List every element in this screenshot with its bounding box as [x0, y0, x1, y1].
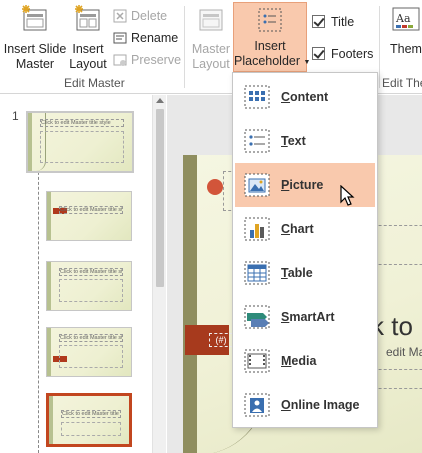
- insert-slide-master-icon: [22, 5, 47, 31]
- chart-icon: [244, 217, 270, 241]
- menu-label-underline: T: [281, 134, 288, 148]
- preserve-icon: [113, 54, 127, 66]
- menu-label-underline: T: [281, 266, 288, 280]
- footers-checkbox-box[interactable]: [312, 47, 325, 60]
- menu-label-smartart: martArt: [289, 310, 335, 324]
- menu-label-content: ontent: [290, 90, 329, 104]
- insert-placeholder-menu: Content Text Picture Chart Table SmartAr…: [232, 72, 378, 428]
- title-checkbox[interactable]: Title: [312, 12, 354, 32]
- layout-tree-line: [38, 157, 39, 453]
- mouse-pointer-icon: [340, 185, 355, 206]
- menu-label-underline: C: [281, 90, 291, 104]
- layout-thumbnail-1[interactable]: Click to edit Master title style: [46, 191, 132, 241]
- insert-layout-label-1: Insert: [72, 42, 104, 56]
- insert-placeholder-label-1: Insert: [254, 39, 286, 53]
- layout-thumbnail-title: Click to edit Master title style: [61, 410, 121, 418]
- rename-label: Rename: [131, 31, 179, 45]
- slide-number: 1: [12, 109, 19, 123]
- rename-icon: [113, 32, 127, 44]
- edit-theme-group-label: Edit The: [382, 76, 422, 90]
- thumbnail-scrollbar[interactable]: [152, 95, 166, 453]
- media-icon: [244, 349, 270, 373]
- insert-slide-master-button[interactable]: Insert Slide Master: [2, 4, 68, 74]
- menu-label-text: ext: [287, 134, 306, 148]
- footers-checkbox[interactable]: Footers: [312, 44, 373, 64]
- menu-item-online-image[interactable]: Online Image: [235, 383, 375, 427]
- themes-button[interactable]: Aa Themes: [386, 4, 422, 74]
- insert-placeholder-icon: [258, 8, 282, 32]
- master-layout-label-1: Master: [191, 42, 231, 56]
- master-layout-button[interactable]: Master Layout: [190, 4, 232, 74]
- dropdown-arrow-icon: ▼: [303, 59, 311, 66]
- menu-label-table: able: [287, 266, 313, 280]
- master-thumbnail-body: [40, 131, 124, 163]
- powerpoint-slide-master-view: Insert Slide Master Insert Layout Delete…: [0, 0, 422, 453]
- menu-label-underline: C: [281, 222, 291, 236]
- edit-master-group-label: Edit Master: [64, 76, 125, 90]
- themes-icon: Aa: [392, 7, 420, 31]
- master-layout-label-2: Layout: [192, 57, 230, 71]
- menu-label-online-image: nline Image: [290, 398, 360, 412]
- rename-button[interactable]: Rename: [113, 28, 178, 48]
- table-icon: [244, 261, 270, 285]
- master-thumbnail-title: Click to edit Master title style: [40, 119, 124, 127]
- delete-icon: [113, 9, 127, 23]
- insert-placeholder-label-2: Placeholder: [234, 54, 301, 68]
- layout-thumbnail-2[interactable]: Click to edit Master title style: [46, 261, 132, 311]
- layout-thumbnail-4-selected[interactable]: Click to edit Master title style: [46, 393, 132, 447]
- slide-thumbnail-pane: 1 Click to edit Master title style Click…: [0, 95, 166, 453]
- menu-item-text[interactable]: Text: [235, 119, 375, 163]
- menu-label-underline: O: [281, 398, 291, 412]
- menu-label-media: edia: [291, 354, 317, 368]
- menu-item-chart[interactable]: Chart: [235, 207, 375, 251]
- content-icon: [244, 85, 270, 109]
- menu-item-media[interactable]: Media: [235, 339, 375, 383]
- scroll-up-icon[interactable]: [156, 98, 164, 103]
- insert-layout-icon: [75, 5, 100, 31]
- title-checkbox-box[interactable]: [312, 15, 325, 28]
- preserve-label: Preserve: [131, 53, 182, 67]
- layout-thumbnail-title: Click to edit Master title style: [59, 206, 123, 214]
- layout-thumbnail-title: Click to edit Master title style: [59, 268, 123, 276]
- layout-thumbnail-3[interactable]: Click to edit Master title style: [46, 327, 132, 377]
- slide-number-placeholder[interactable]: (#): [209, 333, 233, 347]
- text-icon: [244, 129, 270, 153]
- picture-icon: [244, 173, 270, 197]
- delete-button[interactable]: Delete: [113, 6, 167, 26]
- master-thumbnail[interactable]: Click to edit Master title style: [26, 111, 134, 173]
- insert-slide-master-label-1: Insert Slide: [3, 42, 67, 56]
- layout-thumbnail-title: Click to edit Master title style: [59, 334, 123, 342]
- insert-layout-button[interactable]: Insert Layout: [68, 4, 108, 74]
- scrollbar-thumb[interactable]: [156, 109, 164, 287]
- preserve-button[interactable]: Preserve: [113, 50, 181, 70]
- ribbon-separator: [184, 6, 185, 88]
- master-layout-icon: [199, 9, 223, 31]
- menu-label-chart: hart: [290, 222, 314, 236]
- insert-layout-label-2: Layout: [69, 57, 107, 71]
- slide-logo-icon: [207, 179, 223, 195]
- insert-slide-master-label-2: Master: [15, 57, 55, 71]
- ribbon-separator-2: [379, 6, 380, 88]
- footers-checkbox-label: Footers: [331, 47, 374, 61]
- insert-placeholder-button[interactable]: Insert Placeholder ▼: [233, 2, 310, 72]
- online-image-icon: [244, 393, 270, 417]
- menu-item-smartart[interactable]: SmartArt: [235, 295, 375, 339]
- title-checkbox-label: Title: [331, 15, 355, 29]
- smartart-icon: [244, 305, 270, 329]
- delete-label: Delete: [131, 9, 168, 23]
- slide-subtitle-text[interactable]: edit Ma: [386, 345, 422, 359]
- themes-label: Themes: [390, 42, 422, 56]
- menu-item-table[interactable]: Table: [235, 251, 375, 295]
- svg-text:Aa: Aa: [395, 12, 411, 25]
- menu-label-underline: M: [281, 354, 292, 368]
- menu-label-picture: icture: [289, 178, 324, 192]
- slide-accent-bar: (#): [185, 325, 233, 355]
- menu-item-content[interactable]: Content: [235, 75, 375, 119]
